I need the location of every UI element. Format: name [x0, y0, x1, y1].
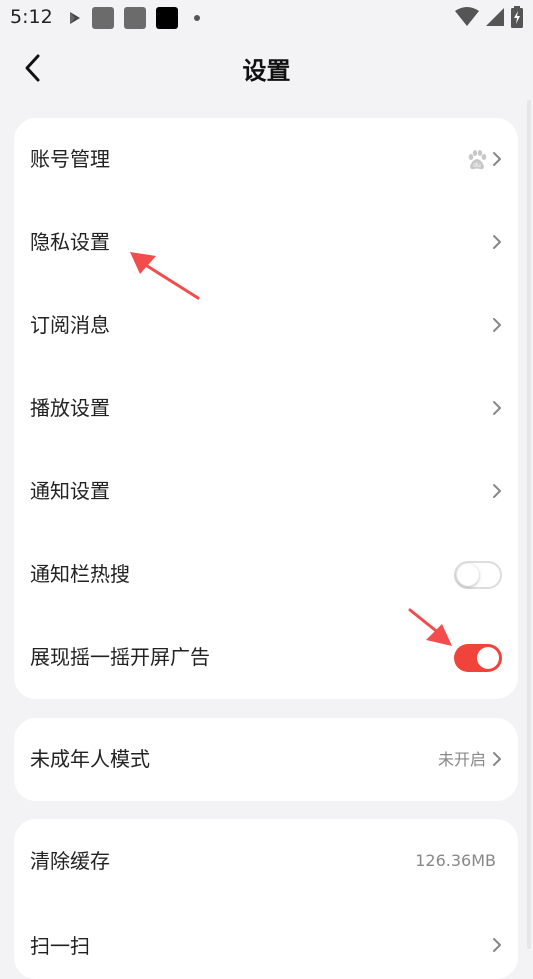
- battery-icon: [511, 6, 523, 28]
- row-label: 扫一扫: [30, 934, 90, 958]
- status-bar: 5:12: [0, 0, 533, 36]
- chevron-right-icon: [493, 235, 501, 249]
- baidu-paw-icon: du: [468, 150, 487, 170]
- row-label: 通知栏热搜: [30, 562, 130, 586]
- settings-group-main: 账号管理 du 隐私设置 订阅消息 播放设置 通知设置 通知栏热搜 展现摇一摇开…: [14, 118, 518, 699]
- cache-size: 126.36MB: [415, 851, 496, 870]
- clear-cache-row[interactable]: 清除缓存 126.36MB: [14, 819, 518, 903]
- app-icon: [156, 7, 178, 29]
- chevron-right-icon: [493, 152, 501, 166]
- chevron-right-icon: [493, 938, 501, 952]
- shake-splash-ad-row: 展现摇一摇开屏广告: [14, 616, 518, 699]
- app-icon: [124, 7, 146, 29]
- notification-settings-row[interactable]: 通知设置: [14, 450, 518, 533]
- playback-settings-row[interactable]: 播放设置: [14, 367, 518, 450]
- chevron-right-icon: [493, 318, 501, 332]
- svg-text:du: du: [473, 162, 481, 169]
- dot-icon: [194, 15, 200, 21]
- play-icon: [70, 12, 80, 24]
- row-label: 账号管理: [30, 147, 110, 171]
- nav-bar: 设置: [0, 36, 533, 100]
- row-label: 未成年人模式: [30, 747, 150, 771]
- row-label: 播放设置: [30, 396, 110, 420]
- scrollbar[interactable]: [527, 100, 531, 949]
- minor-mode-row[interactable]: 未成年人模式 未开启: [14, 718, 518, 801]
- app-icon: [92, 7, 114, 29]
- page-title: 设置: [242, 57, 291, 85]
- wifi-icon: [455, 7, 479, 26]
- status-time: 5:12: [10, 6, 53, 28]
- notification-bar-trending-row: 通知栏热搜: [14, 533, 518, 616]
- toggle-knob: [477, 647, 499, 669]
- row-label: 订阅消息: [30, 313, 110, 337]
- minor-mode-status: 未开启: [437, 750, 486, 769]
- settings-group-minor-mode: 未成年人模式 未开启: [14, 718, 518, 801]
- toggle-knob: [457, 564, 479, 586]
- subscription-messages-row[interactable]: 订阅消息: [14, 284, 518, 367]
- shake-ad-toggle[interactable]: [454, 644, 502, 672]
- status-notification-icons: [68, 7, 200, 29]
- chevron-right-icon: [493, 752, 501, 766]
- trending-toggle[interactable]: [454, 561, 502, 589]
- account-management-row[interactable]: 账号管理 du: [14, 118, 518, 201]
- row-label: 清除缓存: [30, 849, 110, 873]
- signal-icon: [486, 8, 504, 26]
- privacy-settings-row[interactable]: 隐私设置: [14, 201, 518, 284]
- row-label: 展现摇一摇开屏广告: [30, 645, 210, 669]
- scan-row[interactable]: 扫一扫: [14, 903, 518, 979]
- status-system-icons: [455, 6, 523, 28]
- row-label: 隐私设置: [30, 230, 110, 254]
- chevron-right-icon: [493, 401, 501, 415]
- chevron-right-icon: [493, 484, 501, 498]
- settings-group-tools: 清除缓存 126.36MB 扫一扫: [14, 819, 518, 979]
- row-label: 通知设置: [30, 479, 110, 503]
